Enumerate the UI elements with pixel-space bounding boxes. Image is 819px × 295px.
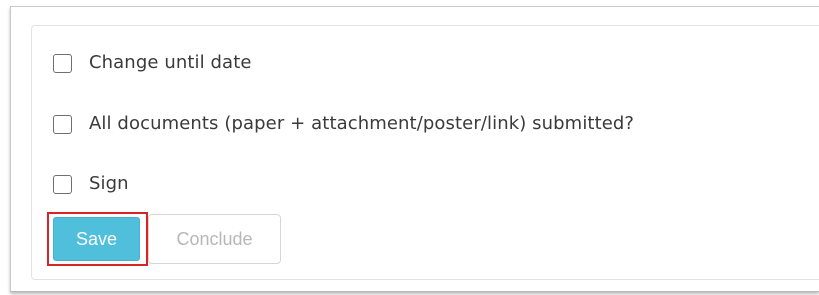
save-button[interactable]: Save xyxy=(53,217,140,261)
checkbox-row-all-documents-submitted[interactable]: All documents (paper + attachment/poster… xyxy=(53,113,634,135)
sign-checkbox[interactable] xyxy=(53,174,72,194)
checkbox-row-sign[interactable]: Sign xyxy=(53,173,129,195)
sign-label: Sign xyxy=(89,173,129,194)
conclude-button[interactable]: Conclude xyxy=(148,214,281,264)
checkbox-row-change-until-date[interactable]: Change until date xyxy=(53,52,252,74)
all-documents-submitted-label: All documents (paper + attachment/poster… xyxy=(89,113,635,134)
all-documents-submitted-checkbox[interactable] xyxy=(53,114,72,134)
change-until-date-checkbox[interactable] xyxy=(53,53,72,73)
change-until-date-label: Change until date xyxy=(89,52,252,73)
